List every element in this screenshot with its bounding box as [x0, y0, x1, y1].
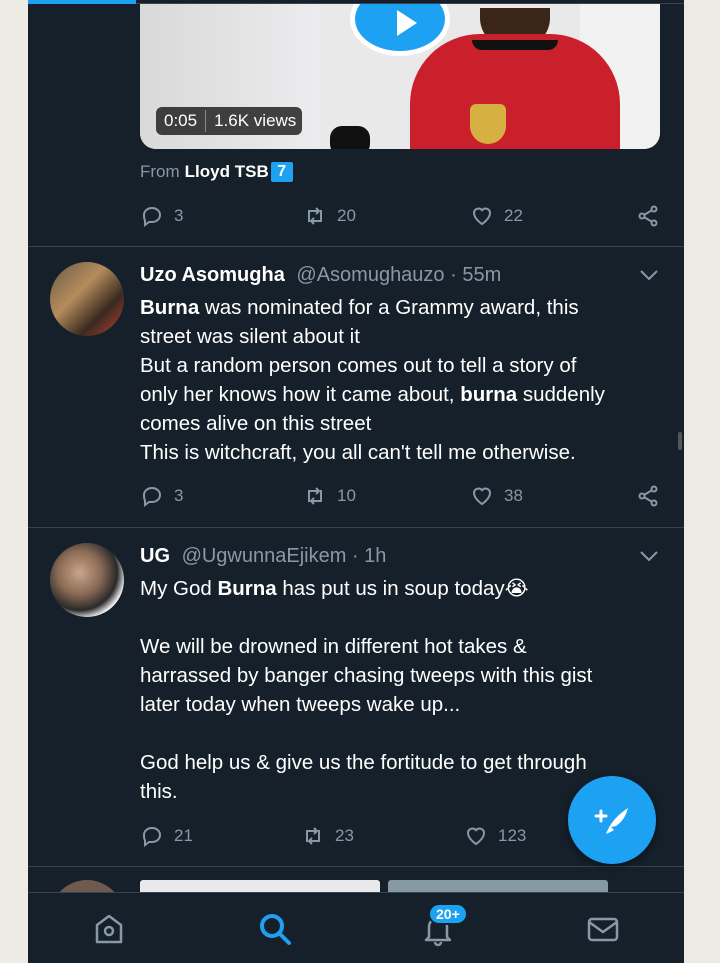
share-icon	[638, 205, 658, 227]
play-icon	[397, 10, 417, 36]
compose-feather-icon	[594, 808, 628, 834]
tweet-header: UG @UgwunnaEjikem · 1h	[140, 545, 386, 568]
tweet-time: · 1h	[351, 545, 387, 567]
video-duration: 0:05	[164, 111, 198, 130]
retweet-count: 23	[335, 826, 354, 845]
tweet-text: Burna was nominated for a Grammy award, …	[140, 296, 605, 464]
retweet-button[interactable]: 23	[301, 824, 354, 848]
like-count: 22	[504, 206, 523, 225]
user-handle[interactable]: @Asomughauzo	[296, 264, 444, 286]
nav-search[interactable]	[257, 911, 293, 947]
display-name[interactable]: UG	[140, 545, 170, 567]
retweet-button[interactable]: 20	[303, 204, 356, 228]
from-name[interactable]: Lloyd TSB	[185, 162, 269, 182]
like-button[interactable]: 22	[470, 204, 523, 228]
reply-icon	[142, 826, 162, 847]
like-button[interactable]: 123	[464, 824, 526, 848]
reply-button[interactable]: 3	[140, 204, 183, 228]
avatar[interactable]	[50, 543, 124, 617]
heart-icon	[466, 827, 486, 846]
retweet-count: 10	[337, 486, 356, 505]
video-views: 1.6K views	[214, 111, 297, 130]
retweet-icon	[308, 207, 322, 225]
retweet-icon	[306, 827, 320, 845]
chevron-down-icon[interactable]	[638, 549, 660, 563]
reply-count: 3	[174, 206, 184, 225]
search-icon	[260, 914, 291, 945]
avatar	[50, 880, 124, 892]
video-source[interactable]: From Lloyd TSB 7	[140, 162, 293, 182]
from-badge: 7	[270, 162, 293, 182]
video-frame	[410, 34, 620, 149]
club-crest	[470, 104, 506, 144]
tweet-time: · 55m	[450, 264, 502, 286]
top-progress-bar	[28, 0, 136, 4]
bottom-navigation: 20+	[28, 892, 684, 963]
reply-icon	[142, 486, 162, 507]
heart-icon	[472, 207, 492, 226]
tweet-header: Uzo Asomugha @Asomughauzo · 55m	[140, 264, 501, 287]
nav-home[interactable]	[91, 911, 127, 947]
retweet-button[interactable]: 10	[303, 484, 356, 508]
like-button[interactable]: 38	[470, 484, 523, 508]
compose-tweet-button[interactable]	[568, 776, 656, 864]
notifications-badge: 20+	[428, 903, 468, 925]
tweet-actions: 3 20 22	[140, 201, 660, 231]
timeline-screen: 0:05 1.6K views From Lloyd TSB 7 3 20 22	[28, 0, 684, 963]
next-tweet-peek[interactable]	[28, 880, 684, 892]
tweet-text: My God Burna has put us in soup today😭 W…	[140, 577, 593, 803]
video-stats-pill: 0:05 1.6K views	[156, 107, 303, 135]
reply-button[interactable]: 3	[140, 484, 183, 508]
mention-text: Burna	[140, 296, 200, 319]
retweet-count: 20	[337, 206, 356, 225]
mail-icon	[587, 917, 619, 942]
reply-icon	[142, 206, 162, 227]
reply-count: 3	[174, 486, 184, 505]
share-icon	[638, 485, 658, 507]
heart-icon	[472, 487, 492, 506]
reply-button[interactable]: 21	[140, 824, 193, 848]
share-button[interactable]	[636, 204, 660, 228]
divider	[28, 866, 684, 867]
home-icon	[95, 914, 123, 944]
chevron-down-icon[interactable]	[638, 268, 660, 282]
like-count: 38	[504, 486, 523, 505]
scrollbar[interactable]	[678, 432, 682, 450]
left-edge	[0, 0, 28, 963]
like-count: 123	[498, 826, 527, 845]
user-handle[interactable]: @UgwunnaEjikem	[182, 545, 347, 567]
from-label: From	[140, 162, 180, 181]
right-edge	[684, 0, 720, 963]
tweet-actions: 3 10 38	[140, 481, 660, 511]
avatar[interactable]	[50, 262, 124, 336]
display-name[interactable]: Uzo Asomugha	[140, 264, 285, 286]
share-button[interactable]	[636, 484, 660, 508]
nav-messages[interactable]	[585, 911, 621, 947]
reply-count: 21	[174, 826, 193, 845]
retweet-icon	[308, 487, 322, 505]
video-player[interactable]: 0:05 1.6K views	[140, 4, 660, 149]
